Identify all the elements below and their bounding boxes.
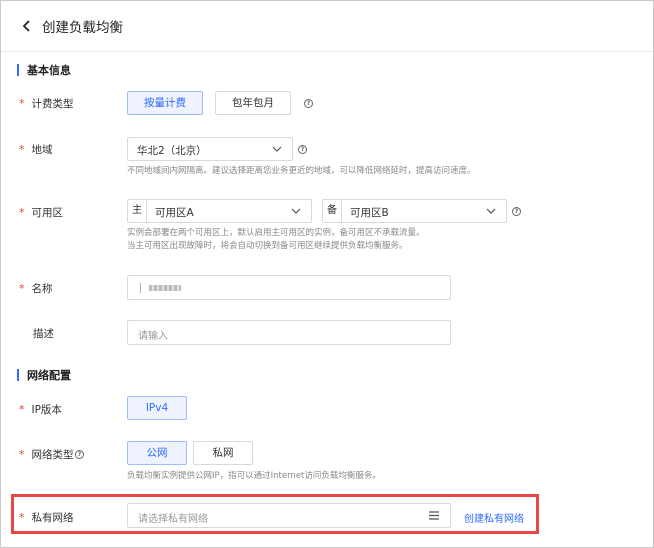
- create-vpc-link[interactable]: 创建私有网络: [464, 510, 524, 525]
- zone-hint: 实例会部署在两个可用区上，默认启用主可用区的实例，备可用区不承载流量。 当主可用…: [127, 227, 425, 253]
- zone-primary-prefix: 主: [128, 200, 147, 222]
- zone-backup-prefix: 备: [323, 200, 342, 222]
- section-basic-info: 基本信息: [17, 62, 71, 78]
- zone-help-icon[interactable]: ?: [512, 207, 521, 216]
- section-basic-title: 基本信息: [27, 64, 71, 77]
- back-arrow-icon[interactable]: [21, 19, 33, 33]
- name-input[interactable]: [127, 275, 451, 300]
- page-title: 创建负载均衡: [42, 20, 123, 36]
- region-select-value: 华北2（北京）: [137, 145, 207, 157]
- region-help-icon[interactable]: ?: [298, 145, 307, 154]
- list-icon: [429, 511, 439, 520]
- section-bar: [17, 64, 19, 76]
- chevron-down-icon: [272, 146, 282, 152]
- billing-option-pay-as-you-go[interactable]: 按量计费: [127, 91, 203, 115]
- zone-backup-select[interactable]: 备 可用区B: [322, 199, 507, 223]
- section-bar: [17, 369, 19, 381]
- masked-name-value: [149, 285, 181, 291]
- section-network-config: 网络配置: [17, 367, 71, 383]
- ip-version-label: * IP版本: [19, 403, 62, 416]
- section-network-title: 网络配置: [27, 369, 71, 382]
- chevron-down-icon: [291, 208, 301, 214]
- page-frame: 创建负载均衡 基本信息 * 计费类型 按量计费 包年包月 ? * 地域 华北2（北京…: [0, 0, 654, 548]
- network-type-hint: 负载均衡实例提供公网IP，指可以通过Internet访问负载均衡服务。: [127, 471, 381, 481]
- text-cursor: [140, 283, 141, 293]
- zone-backup-value: 可用区B: [350, 207, 389, 219]
- network-type-option-public[interactable]: 公网: [127, 441, 187, 465]
- name-label: * 名称: [19, 282, 53, 295]
- vpc-label: * 私有网络: [19, 511, 74, 524]
- zone-hint-line-2: 当主可用区出现故障时，将会自动切换到备可用区继续提供负载均衡服务。: [127, 241, 408, 251]
- vpc-select[interactable]: 请选择私有网络: [127, 503, 451, 528]
- billing-help-icon[interactable]: ?: [304, 99, 313, 108]
- network-type-label: * 网络类型: [19, 448, 74, 461]
- ip-version-option-ipv4[interactable]: IPv4: [127, 396, 187, 420]
- zone-primary-select[interactable]: 主 可用区A: [127, 199, 312, 223]
- zone-primary-value: 可用区A: [155, 207, 194, 219]
- chevron-down-icon: [486, 208, 496, 214]
- billing-option-subscription[interactable]: 包年包月: [215, 91, 291, 115]
- network-type-help-icon[interactable]: ?: [75, 450, 84, 459]
- region-select[interactable]: 华北2（北京）: [127, 137, 293, 161]
- zone-hint-line-1: 实例会部署在两个可用区上，默认启用主可用区的实例，备可用区不承载流量。: [127, 228, 425, 238]
- region-hint: 不同地域间内网隔离。建议选择距离您业务更近的地域，可以降低网络延时，提高访问速度…: [127, 166, 476, 176]
- description-label: 描述: [33, 328, 54, 340]
- description-input[interactable]: 请输入: [127, 320, 451, 345]
- page-header: 创建负载均衡: [1, 1, 653, 52]
- description-placeholder: 请输入: [138, 331, 168, 342]
- network-type-option-private[interactable]: 私网: [193, 441, 253, 465]
- region-label: * 地域: [19, 143, 53, 156]
- billing-label: * 计费类型: [19, 97, 74, 110]
- vpc-placeholder: 请选择私有网络: [138, 514, 208, 525]
- zone-label: * 可用区: [19, 206, 63, 219]
